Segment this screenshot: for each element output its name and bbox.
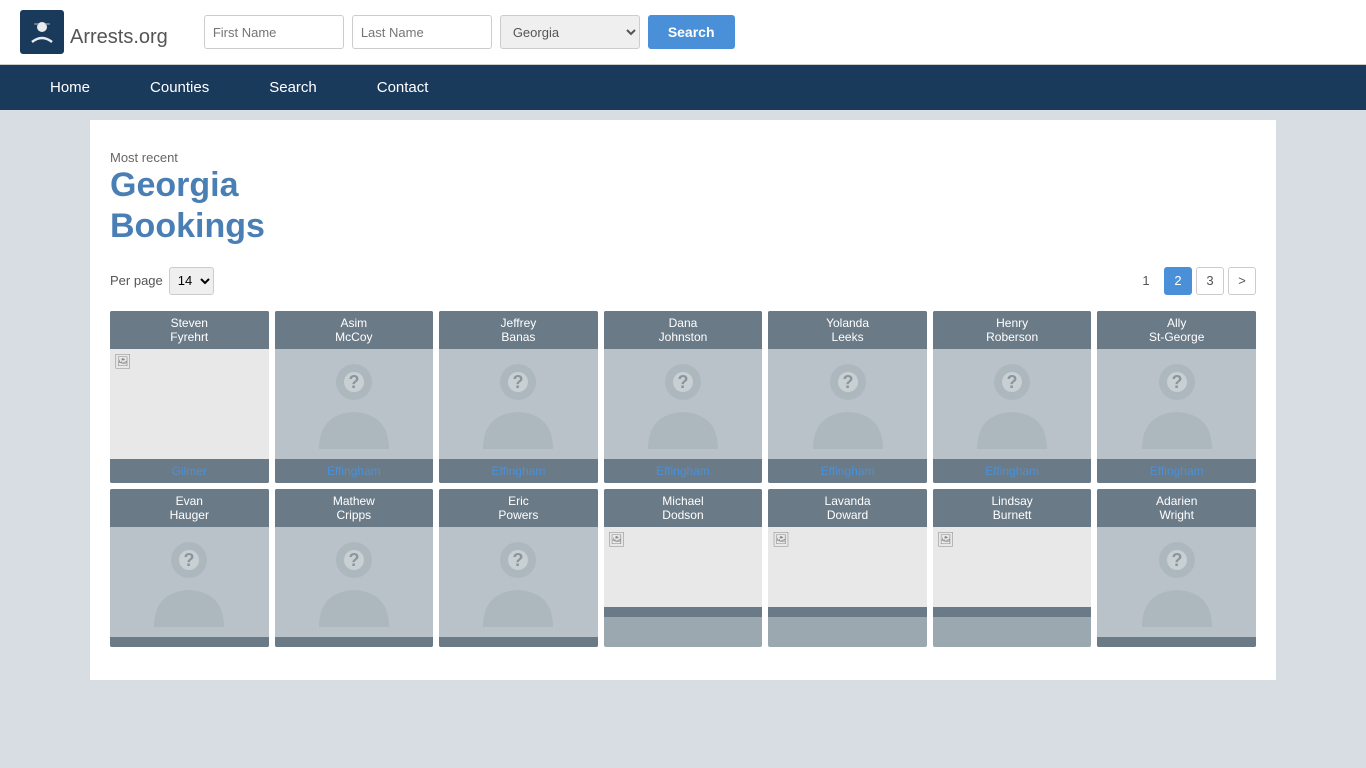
page-3-button[interactable]: 3 — [1196, 267, 1224, 295]
card-county — [768, 607, 927, 617]
card-photo: ? — [275, 527, 434, 637]
card-name: LindsayBurnett — [933, 489, 1092, 527]
booking-card[interactable]: StevenFyrehrt Gilmer — [110, 311, 269, 483]
card-name: MathewCripps — [275, 489, 434, 527]
card-county — [439, 637, 598, 647]
first-name-input[interactable] — [204, 15, 344, 49]
per-page-select[interactable]: 14 28 56 — [169, 267, 214, 295]
page-title: GeorgiaBookings — [110, 165, 1256, 247]
booking-card[interactable]: DanaJohnston ? Effingham — [604, 311, 763, 483]
header-search-button[interactable]: Search — [648, 15, 735, 49]
per-page-label: Per page — [110, 273, 163, 288]
title-area: Most recent GeorgiaBookings — [110, 140, 1256, 267]
logo-name: Arrests — [70, 26, 133, 48]
card-name: AllySt-George — [1097, 311, 1256, 349]
booking-card[interactable]: JeffreyBanas ? Effingham — [439, 311, 598, 483]
card-photo: ? — [439, 527, 598, 637]
header: Arrests.org Georgia Alabama Florida Tenn… — [0, 0, 1366, 65]
logo[interactable]: Arrests.org — [20, 10, 168, 54]
card-county — [110, 637, 269, 647]
card-name: HenryRoberson — [933, 311, 1092, 349]
card-name: StevenFyrehrt — [110, 311, 269, 349]
booking-card[interactable]: MathewCripps ? — [275, 489, 434, 647]
card-name: EvanHauger — [110, 489, 269, 527]
svg-text:?: ? — [348, 550, 359, 570]
card-county: Effingham — [439, 459, 598, 483]
booking-card[interactable]: YolandaLeeks ? Effingham — [768, 311, 927, 483]
card-photo: ? — [110, 527, 269, 637]
booking-card[interactable]: HenryRoberson ? Effingham — [933, 311, 1092, 483]
card-name: LavandaDoward — [768, 489, 927, 527]
card-photo: ? — [933, 349, 1092, 459]
nav-search[interactable]: Search — [239, 65, 347, 110]
card-name: DanaJohnston — [604, 311, 763, 349]
card-photo: ? — [768, 349, 927, 459]
main-content: Most recent GeorgiaBookings Per page 14 … — [90, 120, 1276, 680]
card-photo: ? — [275, 349, 434, 459]
svg-text:?: ? — [1007, 372, 1018, 392]
card-photo: ? — [1097, 349, 1256, 459]
card-photo — [110, 349, 269, 459]
booking-card[interactable]: AllySt-George ? Effingham — [1097, 311, 1256, 483]
card-county: Effingham — [604, 459, 763, 483]
page-1-plain: 1 — [1132, 267, 1160, 295]
card-name: MichaelDodson — [604, 489, 763, 527]
card-county: Effingham — [275, 459, 434, 483]
card-county: Effingham — [1097, 459, 1256, 483]
card-photo — [604, 527, 763, 607]
card-photo — [933, 527, 1092, 607]
svg-text:?: ? — [513, 372, 524, 392]
booking-card[interactable]: AsimMcCoy ? Effingham — [275, 311, 434, 483]
card-county: Gilmer — [110, 459, 269, 483]
controls-bar: Per page 14 28 56 1 2 3 > — [110, 267, 1256, 295]
logo-suffix: .org — [133, 26, 167, 48]
svg-text:?: ? — [348, 372, 359, 392]
card-county — [1097, 637, 1256, 647]
booking-card[interactable]: LavandaDoward — [768, 489, 927, 647]
svg-text:?: ? — [1171, 550, 1182, 570]
booking-card[interactable]: EricPowers ? — [439, 489, 598, 647]
booking-card[interactable]: LindsayBurnett — [933, 489, 1092, 647]
page-2-button[interactable]: 2 — [1164, 267, 1192, 295]
nav-counties[interactable]: Counties — [120, 65, 239, 110]
nav-home[interactable]: Home — [20, 65, 120, 110]
card-photo: ? — [1097, 527, 1256, 637]
nav-contact[interactable]: Contact — [347, 65, 459, 110]
logo-text: Arrests.org — [70, 14, 168, 51]
booking-card[interactable]: EvanHauger ? — [110, 489, 269, 647]
search-form: Georgia Alabama Florida Tennessee South … — [204, 15, 735, 49]
card-county: Effingham — [768, 459, 927, 483]
booking-card[interactable]: AdarienWright ? — [1097, 489, 1256, 647]
svg-text:?: ? — [677, 372, 688, 392]
card-name: YolandaLeeks — [768, 311, 927, 349]
card-county — [933, 607, 1092, 617]
booking-card[interactable]: MichaelDodson — [604, 489, 763, 647]
most-recent-label: Most recent — [110, 150, 1256, 165]
card-name: EricPowers — [439, 489, 598, 527]
card-county: Effingham — [933, 459, 1092, 483]
pagination: 1 2 3 > — [1132, 267, 1256, 295]
svg-text:?: ? — [184, 550, 195, 570]
card-photo — [768, 527, 927, 607]
state-select[interactable]: Georgia Alabama Florida Tennessee South … — [500, 15, 640, 49]
page-next-button[interactable]: > — [1228, 267, 1256, 295]
svg-text:?: ? — [1171, 372, 1182, 392]
bookings-grid: StevenFyrehrt Gilmer AsimMcCoy ? Effingh… — [110, 311, 1256, 647]
per-page-area: Per page 14 28 56 — [110, 267, 214, 295]
nav: Home Counties Search Contact — [0, 65, 1366, 110]
card-name: JeffreyBanas — [439, 311, 598, 349]
card-name: AdarienWright — [1097, 489, 1256, 527]
card-name: AsimMcCoy — [275, 311, 434, 349]
card-county — [604, 607, 763, 617]
card-county — [275, 637, 434, 647]
last-name-input[interactable] — [352, 15, 492, 49]
card-photo: ? — [604, 349, 763, 459]
card-photo: ? — [439, 349, 598, 459]
svg-text:?: ? — [842, 372, 853, 392]
svg-text:?: ? — [513, 550, 524, 570]
logo-icon — [20, 10, 64, 54]
